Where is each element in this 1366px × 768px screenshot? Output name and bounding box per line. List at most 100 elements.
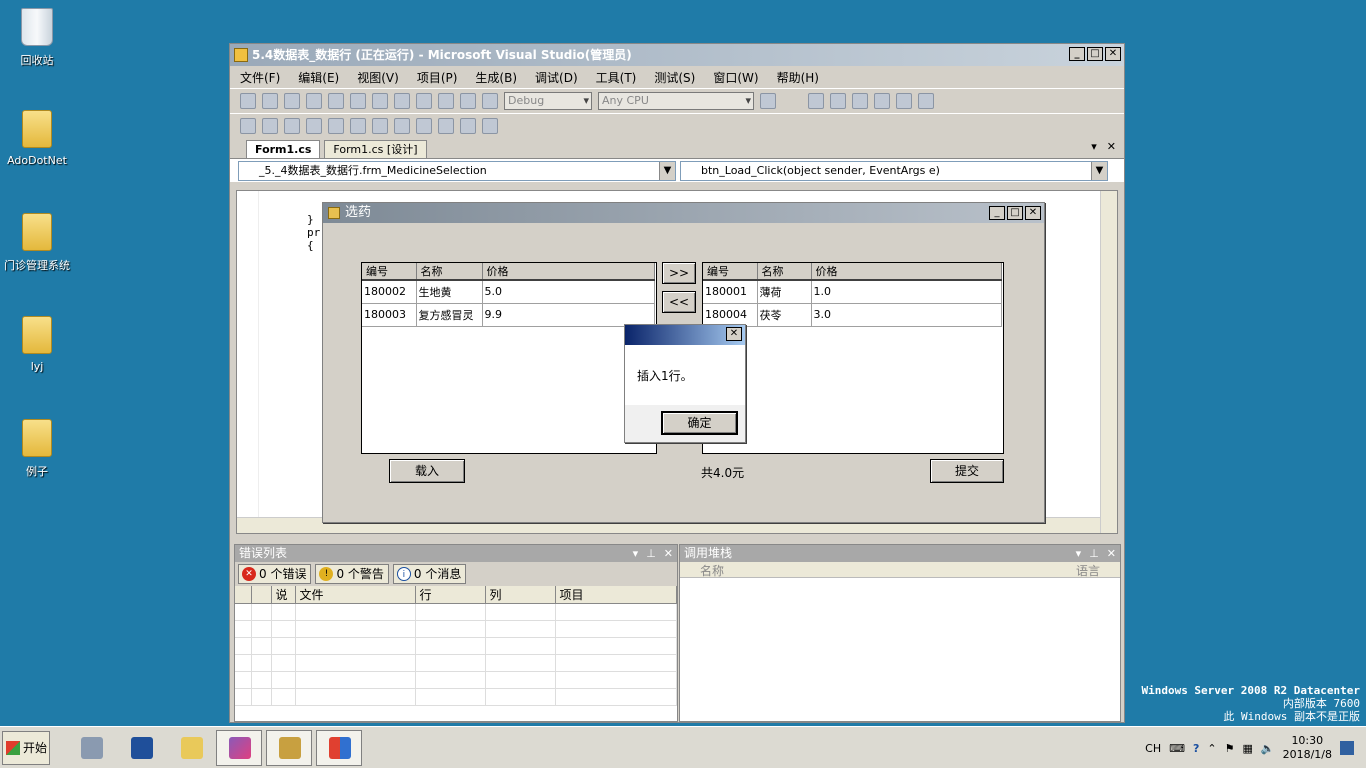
select-icon[interactable]	[284, 118, 300, 134]
warnings-filter-button[interactable]: ! 0 个警告	[315, 564, 389, 584]
column-header[interactable]	[235, 586, 252, 604]
ok-button[interactable]: 确定	[662, 412, 737, 434]
menu-debug[interactable]: 调试(D)	[535, 69, 578, 86]
platform-select[interactable]: Any CPU	[598, 92, 754, 110]
menu-window[interactable]: 窗口(W)	[713, 69, 758, 86]
cell-id[interactable]: 180003	[362, 303, 417, 327]
messages-filter-button[interactable]: i0 个消息	[392, 564, 467, 584]
editor-vertical-scrollbar[interactable]	[1100, 191, 1117, 533]
column-header[interactable]: 价格	[811, 263, 1002, 281]
cell-name[interactable]: 薄荷	[757, 280, 812, 304]
stop-icon[interactable]	[852, 93, 868, 109]
taskbar-powershell[interactable]	[118, 730, 164, 766]
menu-edit[interactable]: 编辑(E)	[298, 69, 339, 86]
column-header[interactable]: 文件	[295, 586, 416, 604]
cell-price[interactable]: 5.0	[482, 280, 655, 304]
comment-icon[interactable]	[372, 118, 388, 134]
column-header[interactable]: 列	[485, 586, 556, 604]
taskbar-server-manager[interactable]	[68, 730, 114, 766]
cell-name[interactable]: 茯苓	[757, 303, 812, 327]
open-folder-icon[interactable]	[284, 93, 300, 109]
desktop-icon-lyj[interactable]: lyj	[4, 316, 70, 373]
member-select[interactable]: btn_Load_Click(object sender, EventArgs …	[680, 161, 1108, 181]
taskbar-app-running[interactable]	[266, 730, 312, 766]
menu-tools[interactable]: 工具(T)	[596, 69, 637, 86]
flag-icon[interactable]: ⚑	[1225, 742, 1235, 755]
cell-price[interactable]: 1.0	[811, 280, 1002, 304]
column-header[interactable]	[251, 586, 272, 604]
tab-dropdown-icon[interactable]: ▾	[1091, 140, 1097, 153]
errors-filter-button[interactable]: ✕ 0 个错误	[238, 564, 312, 584]
save-icon[interactable]	[306, 93, 322, 109]
cell-price[interactable]: 3.0	[811, 303, 1002, 327]
close-tab-icon[interactable]: ✕	[1107, 140, 1116, 153]
paste-icon[interactable]	[394, 93, 410, 109]
prev-bookmark-icon[interactable]	[438, 118, 454, 134]
add-item-icon[interactable]	[262, 93, 278, 109]
cell-id[interactable]: 180004	[703, 303, 758, 327]
table-row[interactable]: 180004 茯苓 3.0	[703, 303, 1002, 327]
restart-icon[interactable]	[874, 93, 890, 109]
add-medicine-button[interactable]: >>	[662, 262, 696, 284]
indent-icon[interactable]	[328, 118, 344, 134]
cell-name[interactable]: 生地黄	[416, 280, 483, 304]
column-header[interactable]: 项目	[555, 586, 677, 604]
class-select[interactable]: _5._4数据表_数据行.frm_MedicineSelection ▼	[238, 161, 676, 181]
show-desktop-icon[interactable]	[1340, 741, 1354, 755]
form-minimize-button[interactable]: _	[989, 206, 1005, 220]
tray-expand-icon[interactable]: ⌃	[1207, 742, 1216, 755]
step-over-icon[interactable]	[918, 93, 934, 109]
table-row[interactable]: 180003 复方感冒灵 9.9	[362, 303, 655, 327]
column-header[interactable]: 名称	[757, 263, 812, 281]
column-header[interactable]: 价格	[482, 263, 655, 281]
desktop-icon-adodotnet[interactable]: AdoDotNet	[4, 110, 70, 167]
find-in-files-icon[interactable]	[760, 93, 776, 109]
desktop-icon-clinic-system[interactable]: 门诊管理系统	[4, 213, 70, 273]
chevron-down-icon[interactable]: ▼	[659, 162, 675, 180]
network-icon[interactable]: ▦	[1242, 742, 1252, 755]
table-row[interactable]: 180002 生地黄 5.0	[362, 280, 655, 304]
column-header[interactable]: 行	[415, 586, 486, 604]
uncomment-icon[interactable]	[394, 118, 410, 134]
bookmark-icon[interactable]	[416, 118, 432, 134]
remove-medicine-button[interactable]: <<	[662, 291, 696, 313]
solution-config-select[interactable]: Debug	[504, 92, 592, 110]
menu-help[interactable]: 帮助(H)	[777, 69, 819, 86]
column-header[interactable]: 编号	[703, 263, 758, 281]
outdent-icon[interactable]	[350, 118, 366, 134]
message-close-button[interactable]: ✕	[726, 327, 742, 341]
pause-icon[interactable]	[830, 93, 846, 109]
save-all-icon[interactable]	[328, 93, 344, 109]
selected-medicines-grid[interactable]: 编号 名称 价格 180001 薄荷 1.0 180004 茯苓 3.0	[702, 262, 1004, 454]
load-button[interactable]: 载入	[389, 459, 465, 483]
form-title-bar[interactable]: 选药 _ □ ✕	[323, 203, 1044, 223]
desktop-icon-examples[interactable]: 例子	[4, 419, 70, 479]
taskbar-form-app[interactable]	[316, 730, 362, 766]
clock[interactable]: 10:30 2018/1/8	[1283, 734, 1332, 762]
column-header[interactable]: 编号	[362, 263, 417, 281]
font-icon[interactable]	[306, 118, 322, 134]
form-close-button[interactable]: ✕	[1025, 206, 1041, 220]
cut-icon[interactable]	[350, 93, 366, 109]
clear-bookmarks-icon[interactable]	[482, 118, 498, 134]
chevron-down-icon[interactable]: ▼	[1091, 162, 1107, 180]
new-project-icon[interactable]	[240, 93, 256, 109]
minimize-button[interactable]: _	[1069, 47, 1085, 61]
available-medicines-grid[interactable]: 编号 名称 价格 180002 生地黄 5.0 180003 复方感冒灵 9.9	[361, 262, 657, 454]
desktop-icon-recycle-bin[interactable]: 回收站	[4, 8, 70, 68]
cell-id[interactable]: 180001	[703, 280, 758, 304]
column-header[interactable]: 名称	[700, 562, 1076, 578]
align-icon[interactable]	[262, 118, 278, 134]
tab-order-icon[interactable]	[240, 118, 256, 134]
menu-build[interactable]: 生成(B)	[475, 69, 517, 86]
tab-form1-design[interactable]: Form1.cs [设计]	[324, 140, 427, 158]
menu-project[interactable]: 项目(P)	[417, 69, 458, 86]
column-header[interactable]: 说	[271, 586, 296, 604]
next-bookmark-icon[interactable]	[460, 118, 476, 134]
column-header[interactable]: 语言	[1076, 562, 1120, 578]
menu-file[interactable]: 文件(F)	[240, 69, 280, 86]
cell-id[interactable]: 180002	[362, 280, 417, 304]
step-into-icon[interactable]	[896, 93, 912, 109]
language-indicator[interactable]: CH	[1145, 742, 1161, 755]
taskbar-visual-studio[interactable]	[216, 730, 262, 766]
